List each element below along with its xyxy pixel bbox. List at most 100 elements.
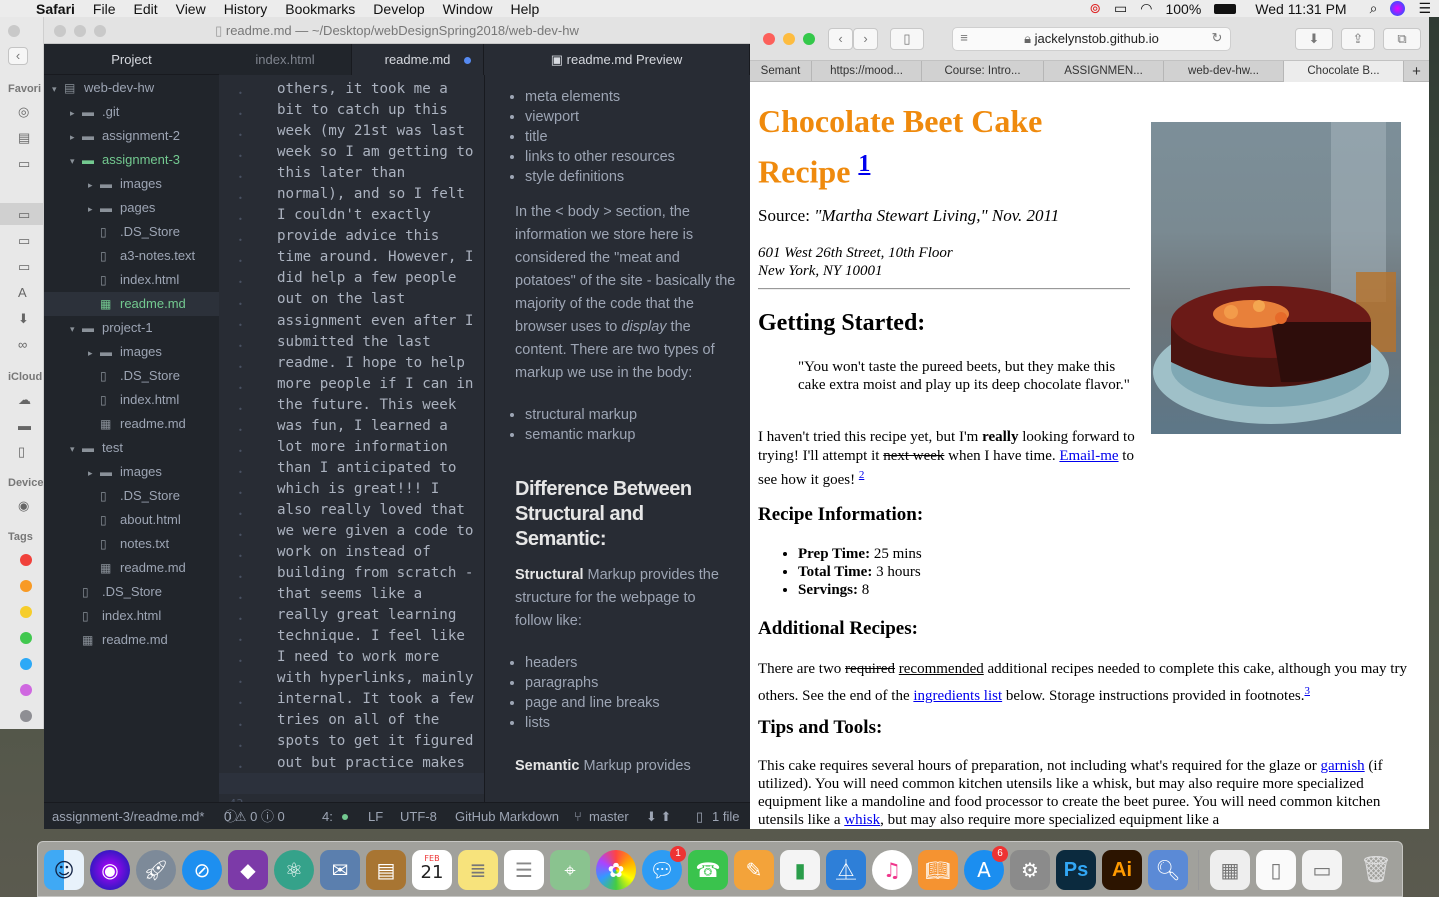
- code-line[interactable]: than I anticipated to: [277, 458, 482, 479]
- tag-color-dot[interactable]: [20, 710, 32, 722]
- window-zoom-button[interactable]: [94, 25, 106, 37]
- code-line[interactable]: assignment even after I: [277, 311, 482, 332]
- tree-folder[interactable]: ▾ ▤ web-dev-hw: [44, 76, 219, 100]
- clock[interactable]: Wed 11:31 PM: [1255, 1, 1346, 17]
- code-line[interactable]: I couldn't exactly: [277, 205, 482, 226]
- tree-folder[interactable]: ▾ ▬ assignment-3: [44, 148, 219, 172]
- menu-edit[interactable]: Edit: [124, 1, 166, 17]
- finder-back-icon[interactable]: ‹: [8, 47, 28, 65]
- tab-readme-preview[interactable]: ▣ readme.md Preview: [484, 44, 750, 75]
- code-line[interactable]: did help a few people: [277, 268, 482, 289]
- project-tree-header[interactable]: Project: [44, 44, 219, 75]
- code-line[interactable]: normal), and so I felt: [277, 184, 482, 205]
- notefile-icon[interactable]: ▤: [366, 850, 406, 890]
- markdown-preview[interactable]: meta elementsviewporttitlelinks to other…: [484, 75, 750, 802]
- illustrator-icon[interactable]: Ai: [1102, 850, 1142, 890]
- menu-file[interactable]: File: [84, 1, 125, 17]
- reader-view-icon[interactable]: ≡: [952, 28, 976, 50]
- code-line[interactable]: readme. I hope to help: [277, 353, 482, 374]
- tree-folder[interactable]: ▸ ▬ images: [44, 172, 219, 196]
- code-line[interactable]: also really loved that: [277, 500, 482, 521]
- photoshop-icon[interactable]: Ps: [1056, 850, 1096, 890]
- ibooks-icon[interactable]: 📖︎: [918, 850, 958, 890]
- tab-assignment[interactable]: ASSIGNMEN...: [1044, 61, 1164, 82]
- status-files[interactable]: 1 file: [712, 803, 739, 830]
- numbers-icon[interactable]: ▮: [780, 850, 820, 890]
- tree-folder[interactable]: ▸ ▬ assignment-2: [44, 124, 219, 148]
- code-line[interactable]: we were given a code to: [277, 521, 482, 542]
- photos-icon[interactable]: ✿: [596, 850, 636, 890]
- preview-icon[interactable]: 🔍︎: [1148, 850, 1188, 890]
- code-line[interactable]: work on instead of: [277, 542, 482, 563]
- window-minimize-button[interactable]: [74, 25, 86, 37]
- pages-icon[interactable]: ✎: [734, 850, 774, 890]
- status-encoding[interactable]: UTF-8: [400, 803, 437, 830]
- menu-develop[interactable]: Develop: [364, 1, 433, 17]
- ingredients-list-link[interactable]: ingredients list: [913, 688, 1002, 704]
- code-line[interactable]: that seems like a: [277, 584, 482, 605]
- address-bar[interactable]: 🔒︎ jackelynstob.github.io: [952, 27, 1231, 51]
- reminders-icon[interactable]: ☰: [504, 850, 544, 890]
- finder-icon[interactable]: ☺: [44, 850, 84, 890]
- status-line-ending[interactable]: LF: [368, 803, 383, 830]
- atom-title-bar[interactable]: ▯ readme.md — ~/Desktop/webDesignSpring2…: [44, 17, 750, 44]
- window-close-button[interactable]: [54, 25, 66, 37]
- code-line[interactable]: lot more information: [277, 437, 482, 458]
- notes-icon[interactable]: ≣: [458, 850, 498, 890]
- folder-icon[interactable]: ▭: [18, 156, 36, 171]
- code-text[interactable]: others, it took me a bit to catch up this…: [277, 79, 482, 795]
- code-line[interactable]: with hyperlinks, mainly: [277, 668, 482, 689]
- code-line[interactable]: which is great!!! I: [277, 479, 482, 500]
- tag-color-dot[interactable]: [20, 658, 32, 670]
- tab-index-html[interactable]: index.html: [219, 44, 352, 75]
- tag-color-dot[interactable]: [20, 684, 32, 696]
- code-line[interactable]: time around. However, I: [277, 247, 482, 268]
- airplay-icon[interactable]: ▭: [1114, 1, 1127, 17]
- code-line[interactable]: really great learning: [277, 605, 482, 626]
- garnish-link[interactable]: garnish: [1321, 758, 1365, 774]
- email-me-link[interactable]: Email-me: [1059, 448, 1118, 464]
- tree-file[interactable]: ▯ notes.txt: [44, 532, 219, 556]
- documents-icon[interactable]: ▯: [18, 444, 36, 459]
- code-line[interactable]: this later than: [277, 163, 482, 184]
- tree-file[interactable]: ▦ readme.md: [44, 628, 219, 652]
- code-line[interactable]: more people if I can in: [277, 374, 482, 395]
- tree-file[interactable]: ▯ index.html: [44, 268, 219, 292]
- status-grammar[interactable]: GitHub Markdown: [455, 803, 559, 830]
- status-branch[interactable]: master: [589, 803, 629, 830]
- tree-file[interactable]: ▯ .DS_Store: [44, 364, 219, 388]
- menu-window[interactable]: Window: [434, 1, 502, 17]
- tree-file[interactable]: ▯ about.html: [44, 508, 219, 532]
- applications-icon[interactable]: A: [18, 285, 36, 300]
- airdrop-icon[interactable]: ◎: [18, 104, 36, 119]
- tree-folder[interactable]: ▸ ▬ pages: [44, 196, 219, 220]
- tree-file[interactable]: ▦ readme.md: [44, 412, 219, 436]
- code-line[interactable]: spots to get it figured: [277, 731, 482, 752]
- desktop-icon[interactable]: ▬: [18, 418, 36, 433]
- notification-center-icon[interactable]: ☰: [1418, 1, 1431, 17]
- tree-file[interactable]: ▯ .DS_Store: [44, 580, 219, 604]
- minimized-window-thumbnail[interactable]: ▯: [1256, 850, 1296, 890]
- tree-file[interactable]: ▯ index.html: [44, 604, 219, 628]
- tab-readme-md[interactable]: readme.md: [352, 44, 484, 75]
- code-line[interactable]: week so I am getting to: [277, 142, 482, 163]
- footnote-3[interactable]: 3: [1304, 685, 1310, 697]
- battery-icon[interactable]: [1214, 3, 1237, 14]
- downloads-button[interactable]: ⬇: [1295, 28, 1333, 50]
- siri-icon[interactable]: ◉: [90, 850, 130, 890]
- git-fetch-icon[interactable]: ⬇ ⬆: [646, 803, 671, 830]
- trash-icon[interactable]: 🗑︎: [1356, 850, 1396, 890]
- code-line[interactable]: technique. I feel like: [277, 626, 482, 647]
- tree-file[interactable]: ▦ readme.md: [44, 556, 219, 580]
- facetime-icon[interactable]: ☎: [688, 850, 728, 890]
- creative-cloud-icon[interactable]: ⊚: [1089, 1, 1101, 17]
- folder-icon[interactable]: ▭: [18, 259, 36, 274]
- wifi-icon[interactable]: ◠: [1140, 1, 1152, 17]
- keynote-icon[interactable]: ⏅: [826, 850, 866, 890]
- code-line[interactable]: bit to catch up this: [277, 100, 482, 121]
- footnote-2[interactable]: 2: [859, 469, 865, 481]
- tree-file[interactable]: ▯ index.html: [44, 388, 219, 412]
- folder-icon[interactable]: ▭: [18, 207, 36, 222]
- code-line[interactable]: internal. It took a few: [277, 689, 482, 710]
- tag-color-dot[interactable]: [20, 606, 32, 618]
